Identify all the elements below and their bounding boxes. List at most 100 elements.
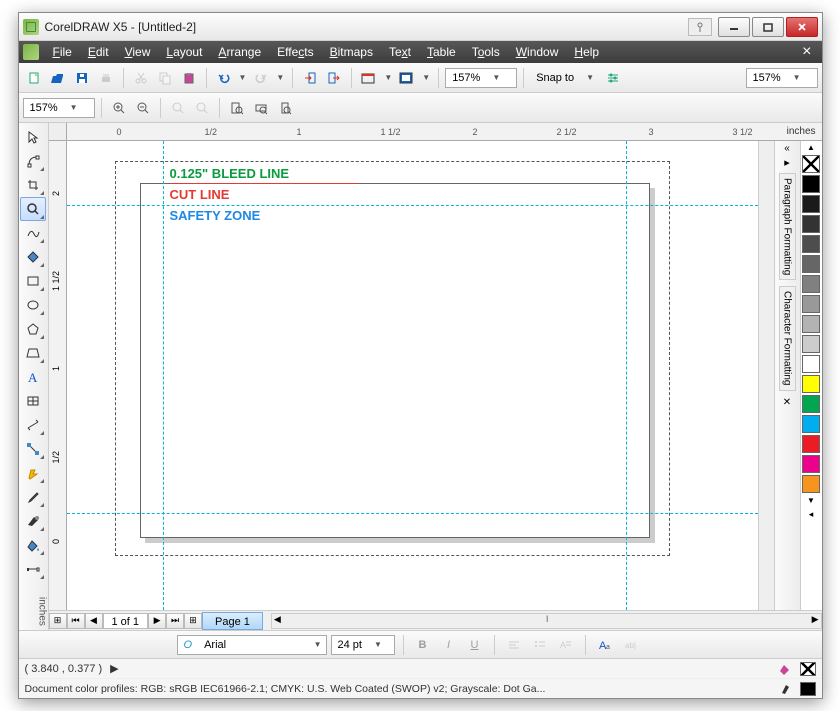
swatch-magenta[interactable] (802, 455, 820, 473)
menu-layout[interactable]: Layout (158, 45, 210, 59)
docker-expand-icon[interactable]: ▸ (784, 156, 790, 169)
menu-help[interactable]: Help (566, 45, 607, 59)
options-button[interactable] (602, 67, 624, 89)
menu-tools[interactable]: Tools (464, 45, 508, 59)
swatch-red[interactable] (802, 435, 820, 453)
app-launcher-dropdown[interactable]: ▼ (382, 73, 394, 82)
undo-dropdown[interactable]: ▼ (237, 73, 249, 82)
docker-collapse-icon[interactable]: « (784, 143, 790, 154)
ellipse-tool[interactable] (20, 293, 46, 317)
swatch-none[interactable] (802, 155, 820, 173)
save-button[interactable] (71, 67, 93, 89)
prev-page-button[interactable]: ◀ (85, 613, 103, 629)
zoom-level-combo[interactable]: 157%▼ (23, 98, 95, 118)
basic-shapes-tool[interactable] (20, 341, 46, 365)
dropcap-button[interactable]: A (555, 634, 577, 656)
edit-text-button[interactable]: ab| (620, 634, 642, 656)
bullets-button[interactable] (529, 634, 551, 656)
next-hint-icon[interactable]: ▶ (110, 662, 118, 675)
horizontal-scrollbar[interactable]: ◀▶ (271, 613, 822, 629)
zoom-in-button[interactable] (108, 97, 130, 119)
swatch[interactable] (802, 235, 820, 253)
pick-tool[interactable] (20, 125, 46, 149)
outline-indicator[interactable] (800, 682, 816, 696)
print-button[interactable] (95, 67, 117, 89)
next-page-button[interactable]: ▶ (148, 613, 166, 629)
app-launcher-button[interactable] (358, 67, 380, 89)
copy-button[interactable] (154, 67, 176, 89)
outline-tool[interactable] (20, 509, 46, 533)
close-button[interactable] (786, 17, 818, 37)
connector-tool[interactable] (20, 437, 46, 461)
polygon-tool[interactable] (20, 317, 46, 341)
menu-text[interactable]: Text (381, 45, 419, 59)
menu-effects[interactable]: Effects (269, 45, 321, 59)
swatch-black[interactable] (802, 175, 820, 193)
pin-button[interactable] (688, 18, 712, 36)
docker-character-formatting[interactable]: Character Formatting (779, 286, 796, 390)
interactive-fill-tool[interactable] (20, 557, 46, 581)
zoom-width-button[interactable] (250, 97, 272, 119)
zoom-height-button[interactable] (274, 97, 296, 119)
swatch-white[interactable] (802, 355, 820, 373)
vertical-scrollbar[interactable] (758, 141, 774, 610)
first-page-button[interactable]: ⏮ (67, 613, 85, 629)
crop-tool[interactable] (20, 173, 46, 197)
open-button[interactable] (47, 67, 69, 89)
zoom-combo-2[interactable]: 157%▼ (746, 68, 818, 88)
char-format-button[interactable]: Aa (594, 634, 616, 656)
freehand-tool[interactable] (20, 221, 46, 245)
fill-indicator[interactable] (800, 662, 816, 676)
rectangle-tool[interactable] (20, 269, 46, 293)
welcome-dropdown[interactable]: ▼ (420, 73, 432, 82)
redo-button[interactable] (250, 67, 272, 89)
swatch-green[interactable] (802, 395, 820, 413)
swatch[interactable] (802, 275, 820, 293)
swatch-orange[interactable] (802, 475, 820, 493)
docker-close-icon[interactable]: ✕ (783, 397, 791, 408)
shape-tool[interactable] (20, 149, 46, 173)
bold-button[interactable]: B (412, 634, 434, 656)
swatch[interactable] (802, 215, 820, 233)
undo-button[interactable] (213, 67, 235, 89)
paste-button[interactable] (178, 67, 200, 89)
export-button[interactable] (323, 67, 345, 89)
menu-edit[interactable]: Edit (80, 45, 117, 59)
menu-view[interactable]: View (117, 45, 159, 59)
redo-dropdown[interactable]: ▼ (274, 73, 286, 82)
swatch[interactable] (802, 295, 820, 313)
close-document-button[interactable]: × (796, 45, 817, 59)
swatch[interactable] (802, 315, 820, 333)
zoom-selection-button[interactable] (167, 97, 189, 119)
welcome-button[interactable] (396, 67, 418, 89)
import-button[interactable] (299, 67, 321, 89)
add-page-before-button[interactable]: ⊞ (49, 613, 67, 629)
zoom-page-button[interactable] (226, 97, 248, 119)
menu-window[interactable]: Window (508, 45, 567, 59)
menu-file[interactable]: File (45, 45, 80, 59)
fill-tool[interactable] (20, 533, 46, 557)
table-tool[interactable] (20, 389, 46, 413)
interactive-tool[interactable] (20, 461, 46, 485)
swatch-yellow[interactable] (802, 375, 820, 393)
palette-flyout-icon[interactable]: ◂ (801, 507, 822, 522)
last-page-button[interactable]: ⏭ (166, 613, 184, 629)
horizontal-ruler[interactable]: 0 1/2 1 1 1/2 2 2 1/2 3 3 1/2 inches (49, 123, 822, 141)
menu-table[interactable]: Table (419, 45, 464, 59)
text-tool[interactable]: A (20, 365, 46, 389)
palette-up-icon[interactable]: ▲ (801, 141, 822, 154)
maximize-button[interactable] (752, 17, 784, 37)
eyedropper-tool[interactable] (20, 485, 46, 509)
font-size-combo[interactable]: 24 pt▼ (331, 635, 395, 655)
guide-h-bottom[interactable] (67, 513, 758, 514)
underline-button[interactable]: U (464, 634, 486, 656)
add-page-after-button[interactable]: ⊞ (184, 613, 202, 629)
minimize-button[interactable] (718, 17, 750, 37)
vertical-ruler[interactable]: 2 1 1/2 1 1/2 0 (49, 141, 67, 610)
swatch[interactable] (802, 195, 820, 213)
alignment-button[interactable] (503, 634, 525, 656)
cut-button[interactable] (130, 67, 152, 89)
swatch-cyan[interactable] (802, 415, 820, 433)
page-tab-1[interactable]: Page 1 (202, 612, 263, 630)
guide-v-right[interactable] (626, 141, 627, 610)
